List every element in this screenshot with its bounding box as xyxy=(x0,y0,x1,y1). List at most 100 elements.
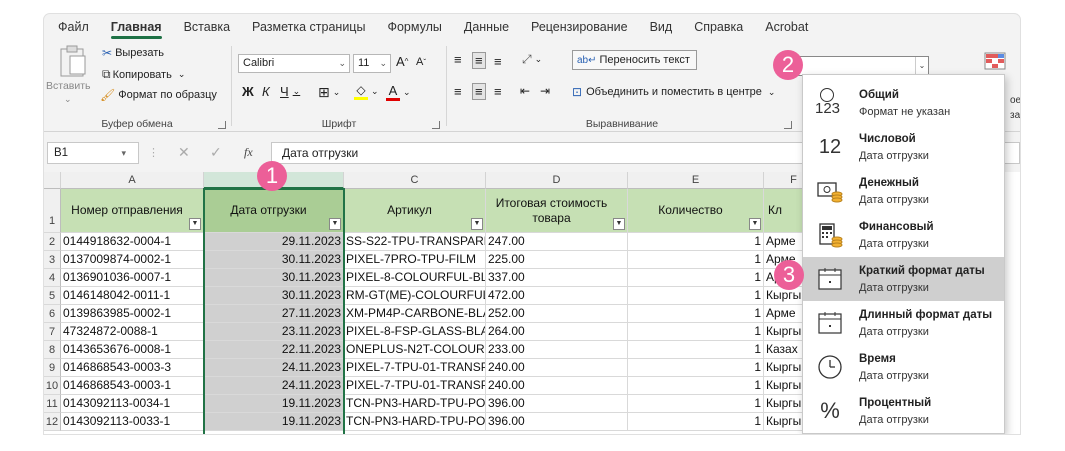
wrap-text-button[interactable]: ab↵ Переносить текст xyxy=(572,50,697,70)
tab-2[interactable]: Вставка xyxy=(184,14,230,40)
row-header[interactable]: 11 xyxy=(44,395,61,413)
row-header[interactable]: 5 xyxy=(44,287,61,305)
table-header-cell[interactable]: Артикул ▼ xyxy=(344,189,486,233)
table-cell[interactable]: 22.11.2023 xyxy=(204,341,344,359)
table-cell[interactable]: 0146868543-0003-1 xyxy=(61,377,204,395)
format-option-2[interactable]: Денежный Дата отгрузки xyxy=(803,169,1004,213)
table-cell[interactable]: 233.00 xyxy=(486,341,628,359)
table-cell[interactable]: PIXEL-8-COLOURFUL-BLACK xyxy=(344,269,486,287)
format-option-6[interactable]: Время Дата отгрузки xyxy=(803,345,1004,389)
borders-button[interactable]: ⊞ ⌄ xyxy=(318,84,340,101)
table-cell[interactable]: 0146148042-0011-1 xyxy=(61,287,204,305)
row-header[interactable]: 8 xyxy=(44,341,61,359)
paste-button[interactable]: Вставить ⌄ xyxy=(46,42,91,106)
table-cell[interactable]: PIXEL-7-TPU-01-TRANSPARENT xyxy=(344,359,486,377)
underline-button[interactable]: Ч ⌄ xyxy=(280,84,300,99)
tab-1[interactable]: Главная xyxy=(110,14,162,40)
table-cell[interactable]: 27.11.2023 xyxy=(204,305,344,323)
column-header-d[interactable]: D xyxy=(486,172,628,189)
table-cell[interactable]: 337.00 xyxy=(486,269,628,287)
column-header-c[interactable]: C xyxy=(344,172,486,189)
font-size-select[interactable]: 11 ⌄ xyxy=(353,54,391,73)
shrink-font-button[interactable]: Aˇ xyxy=(416,56,426,68)
font-color-button[interactable]: А ⌄ xyxy=(386,83,411,101)
table-cell[interactable]: 0143092113-0033-1 xyxy=(61,413,204,431)
table-cell[interactable]: SS-S22-TPU-TRANSPARENT xyxy=(344,233,486,251)
align-middle-button[interactable]: ≡ xyxy=(472,52,486,69)
tab-7[interactable]: Вид xyxy=(650,14,673,40)
format-option-1[interactable]: 12 Числовой Дата отгрузки xyxy=(803,125,1004,169)
table-cell[interactable]: 1 xyxy=(628,305,764,323)
table-cell[interactable]: 19.11.2023 xyxy=(204,395,344,413)
table-cell[interactable]: 1 xyxy=(628,413,764,431)
table-cell[interactable]: 1 xyxy=(628,323,764,341)
enter-icon[interactable]: ✓ xyxy=(210,144,222,161)
table-cell[interactable]: PIXEL-8-FSP-GLASS-BLACK xyxy=(344,323,486,341)
row-header[interactable]: 6 xyxy=(44,305,61,323)
orientation-button[interactable]: ⤢ ⌄ xyxy=(522,52,542,67)
conditional-format-icon[interactable] xyxy=(984,52,1006,70)
table-cell[interactable]: 47324872-0088-1 xyxy=(61,323,204,341)
tab-3[interactable]: Разметка страницы xyxy=(252,14,365,40)
table-cell[interactable]: XM-PM4P-CARBONE-BLACK xyxy=(344,305,486,323)
table-cell[interactable]: 396.00 xyxy=(486,413,628,431)
table-cell[interactable]: 30.11.2023 xyxy=(204,287,344,305)
table-cell[interactable]: TCN-PN3-HARD-TPU-POCKET xyxy=(344,395,486,413)
decrease-indent-button[interactable]: ⇤ xyxy=(520,84,530,98)
table-cell[interactable]: 396.00 xyxy=(486,395,628,413)
font-name-select[interactable]: Calibri ⌄ xyxy=(238,54,350,73)
row-header[interactable]: 9 xyxy=(44,359,61,377)
name-box[interactable]: B1 ▾ xyxy=(47,142,139,164)
tab-8[interactable]: Справка xyxy=(694,14,743,40)
align-left-button[interactable]: ≡ xyxy=(454,84,462,99)
column-header-e[interactable]: E xyxy=(628,172,764,189)
table-header-cell[interactable]: Итоговая стоимость товара ▼ xyxy=(486,189,628,233)
select-all-corner[interactable] xyxy=(44,172,61,189)
insert-function-icon[interactable]: fx xyxy=(244,145,253,160)
table-cell[interactable]: ONEPLUS-N2T-COLOURFUL xyxy=(344,341,486,359)
table-cell[interactable]: TCN-PN3-HARD-TPU-POCKET xyxy=(344,413,486,431)
format-painter-button[interactable]: 🖌 Формат по образцу xyxy=(100,88,217,102)
tab-5[interactable]: Данные xyxy=(464,14,509,40)
tab-4[interactable]: Формулы xyxy=(387,14,441,40)
filter-dropdown-icon[interactable]: ▼ xyxy=(329,218,341,230)
align-right-button[interactable]: ≡ xyxy=(494,84,502,99)
table-cell[interactable]: 1 xyxy=(628,233,764,251)
table-cell[interactable]: 24.11.2023 xyxy=(204,377,344,395)
row-header[interactable]: 12 xyxy=(44,413,61,431)
table-header-cell[interactable]: Номер отправления ▼ xyxy=(61,189,204,233)
table-cell[interactable]: 30.11.2023 xyxy=(204,269,344,287)
format-option-7[interactable]: % Процентный Дата отгрузки xyxy=(803,389,1004,433)
format-option-5[interactable]: Длинный формат даты Дата отгрузки xyxy=(803,301,1004,345)
align-center-button[interactable]: ≡ xyxy=(472,83,486,100)
table-cell[interactable]: 30.11.2023 xyxy=(204,251,344,269)
clipboard-launcher-icon[interactable] xyxy=(218,121,226,129)
filter-dropdown-icon[interactable]: ▼ xyxy=(613,218,625,230)
italic-button[interactable]: К xyxy=(262,84,270,99)
table-cell[interactable]: 1 xyxy=(628,341,764,359)
row-header[interactable]: 2 xyxy=(44,233,61,251)
row-header[interactable]: 4 xyxy=(44,269,61,287)
row-header[interactable]: 1 xyxy=(44,189,61,233)
filter-dropdown-icon[interactable]: ▼ xyxy=(749,218,761,230)
merge-center-button[interactable]: ⊡ Объединить и поместить в центре ⌄ xyxy=(572,85,775,99)
table-cell[interactable]: 19.11.2023 xyxy=(204,413,344,431)
alignment-launcher-icon[interactable] xyxy=(784,121,792,129)
grow-font-button[interactable]: A ^ xyxy=(396,54,408,69)
tab-0[interactable]: Файл xyxy=(58,14,89,40)
row-header[interactable]: 7 xyxy=(44,323,61,341)
row-header[interactable]: 3 xyxy=(44,251,61,269)
tab-6[interactable]: Рецензирование xyxy=(531,14,628,40)
table-cell[interactable]: PIXEL-7PRO-TPU-FILM xyxy=(344,251,486,269)
table-cell[interactable]: 1 xyxy=(628,287,764,305)
table-cell[interactable]: RM-GT(ME)-COLOURFUL- xyxy=(344,287,486,305)
cancel-icon[interactable]: ✕ xyxy=(178,144,190,161)
table-cell[interactable]: 247.00 xyxy=(486,233,628,251)
table-cell[interactable]: 1 xyxy=(628,377,764,395)
filter-dropdown-icon[interactable]: ▼ xyxy=(471,218,483,230)
format-option-3[interactable]: Финансовый Дата отгрузки xyxy=(803,213,1004,257)
table-cell[interactable]: 472.00 xyxy=(486,287,628,305)
table-cell[interactable]: 240.00 xyxy=(486,377,628,395)
table-header-cell[interactable]: Дата отгрузки ▼ xyxy=(204,189,344,233)
table-cell[interactable]: 252.00 xyxy=(486,305,628,323)
